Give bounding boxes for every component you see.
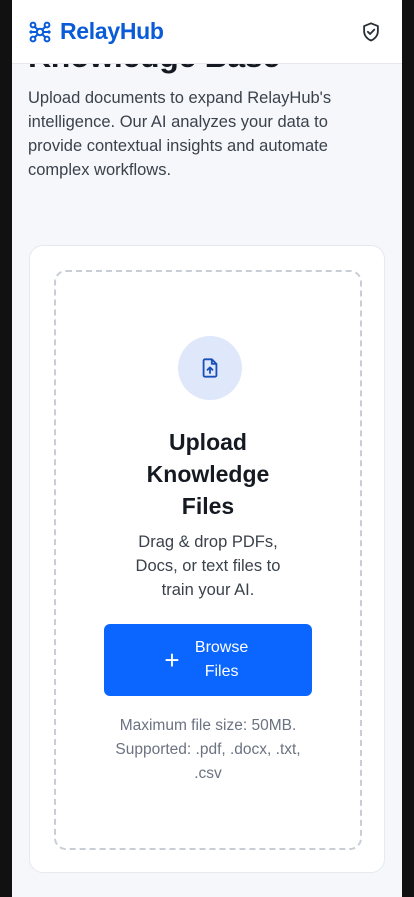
network-nodes-icon [29, 21, 51, 42]
upload-card: Upload Knowledge Files Drag & drop PDFs,… [29, 245, 385, 873]
top-header: RelayHub [12, 0, 402, 64]
plus-icon: + [164, 645, 180, 675]
upload-title: Upload Knowledge Files [146, 429, 270, 519]
file-upload-icon [202, 358, 218, 378]
app-viewport: Knowledge Base RelayHub [12, 0, 402, 897]
browse-files-button[interactable]: + Browse Files [104, 624, 312, 696]
file-dropzone[interactable]: Upload Knowledge Files Drag & drop PDFs,… [54, 270, 362, 850]
upload-description: Drag & drop PDFs, Docs, or text files to… [135, 533, 281, 599]
page-intro: Upload documents to expand RelayHub's in… [28, 89, 332, 179]
file-size-note: Maximum file size: 50MB. Supported: .pdf… [115, 717, 301, 782]
browse-files-label: Browse Files [194, 639, 249, 680]
brand-name: RelayHub [60, 18, 164, 44]
brand-logo[interactable]: RelayHub [28, 18, 164, 45]
upload-icon-badge [178, 336, 242, 400]
shield-check-icon[interactable] [360, 21, 382, 43]
